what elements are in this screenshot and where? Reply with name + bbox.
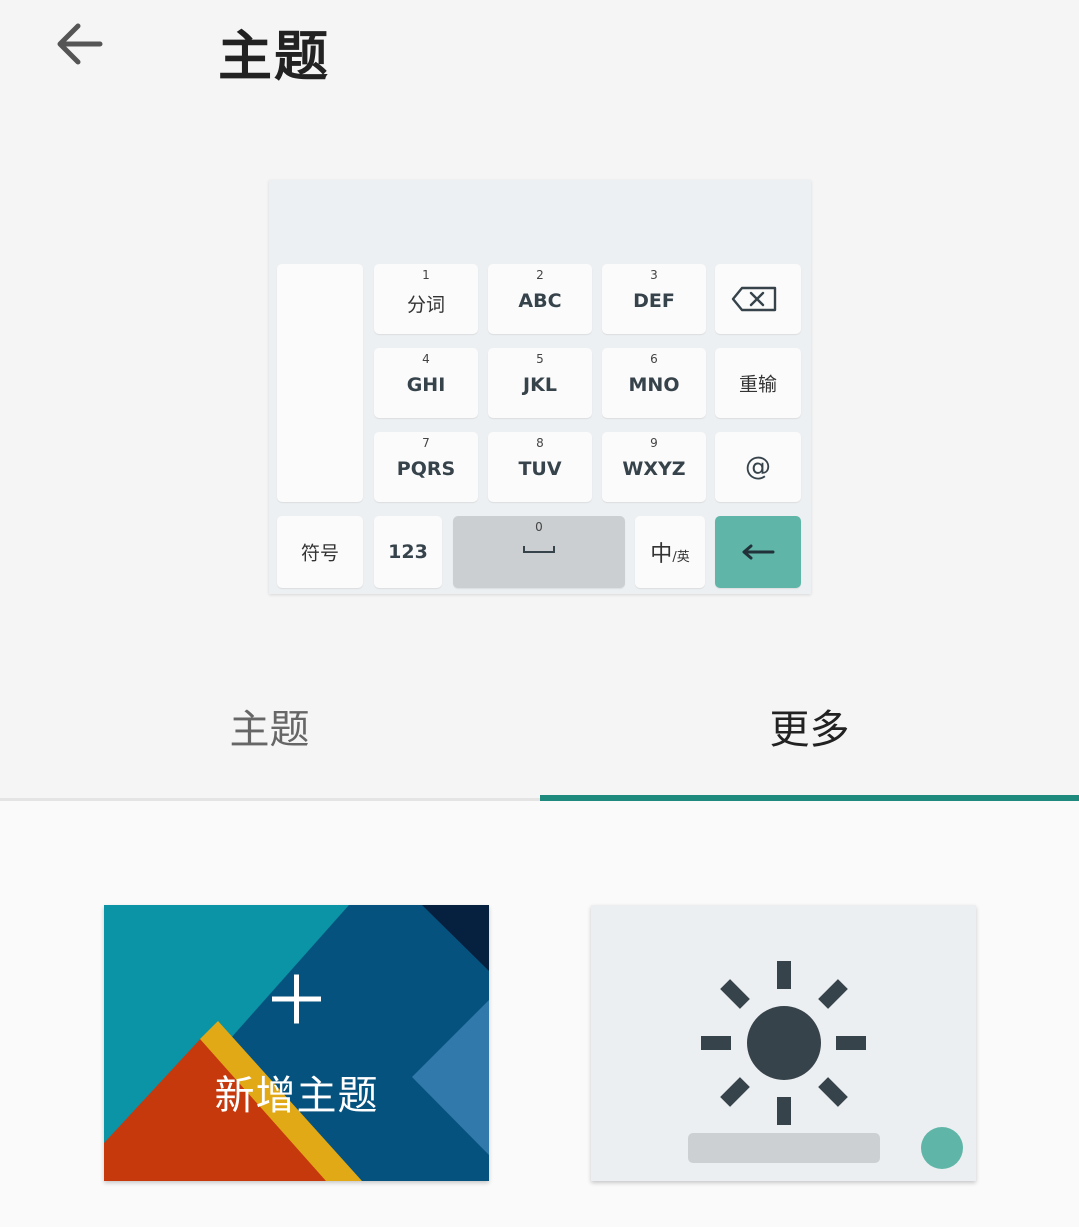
language-main-label: 中 — [650, 542, 673, 567]
back-arrow-icon — [57, 23, 103, 65]
enter-key — [715, 516, 801, 588]
symbol-label: 符号 — [300, 542, 339, 565]
key-label: MNO — [628, 374, 680, 396]
key-number: 1 — [422, 268, 430, 282]
key-4: 4 GHI — [374, 348, 478, 418]
number-mode-label: 123 — [388, 541, 428, 563]
key-number: 7 — [422, 436, 430, 450]
key-number: 2 — [536, 268, 544, 282]
keyboard-preview: 1 分词 2 ABC 3 DEF 4 GHI 5 JKL 6 MNO 重输 7 … — [269, 180, 811, 594]
add-theme-card[interactable]: 新增主题 — [104, 905, 489, 1181]
status-dot — [921, 1127, 963, 1169]
key-5: 5 JKL — [488, 348, 592, 418]
brightness-theme-card[interactable] — [591, 905, 976, 1181]
space-icon — [523, 546, 555, 553]
add-theme-background — [104, 905, 489, 1181]
key-label: DEF — [633, 290, 675, 312]
key-1: 1 分词 — [374, 264, 478, 334]
enter-icon — [742, 544, 775, 560]
language-switch-key: 中/英 — [635, 516, 705, 588]
back-button[interactable] — [50, 15, 114, 75]
key-label: 分词 — [406, 294, 445, 316]
space-key: 0 — [453, 516, 625, 588]
key-number: 8 — [536, 436, 544, 450]
key-label: ABC — [518, 290, 562, 312]
page-title: 主题 — [218, 25, 330, 88]
at-label: @ — [745, 452, 771, 482]
symbol-key: 符号 — [277, 516, 363, 588]
reinput-label: 重输 — [738, 373, 777, 396]
key-number: 3 — [650, 268, 658, 282]
top-app-bar: 主题 — [0, 0, 1079, 100]
key-9: 9 WXYZ — [602, 432, 706, 502]
key-number: 9 — [650, 436, 658, 450]
key-number: 5 — [536, 352, 544, 366]
backspace-key — [715, 264, 801, 334]
tab-bar: 主题 更多 — [0, 680, 1079, 800]
key-6: 6 MNO — [602, 348, 706, 418]
key-number: 6 — [650, 352, 658, 366]
key-2: 2 ABC — [488, 264, 592, 334]
at-key: @ — [715, 432, 801, 502]
backspace-icon — [731, 286, 777, 312]
key-number: 4 — [422, 352, 430, 366]
add-theme-label: 新增主题 — [214, 1073, 379, 1119]
candidate-column — [277, 264, 363, 502]
number-mode-key: 123 — [374, 516, 442, 588]
key-label: JKL — [523, 374, 557, 396]
reinput-key: 重输 — [715, 348, 801, 418]
key-3: 3 DEF — [602, 264, 706, 334]
preview-bar — [688, 1133, 880, 1163]
key-label: WXYZ — [622, 458, 686, 480]
language-sub-label: /英 — [672, 550, 690, 565]
tab-more[interactable]: 更多 — [540, 680, 1079, 798]
key-8: 8 TUV — [488, 432, 592, 502]
plus-icon — [272, 974, 321, 1024]
key-label: PQRS — [396, 458, 456, 480]
key-7: 7 PQRS — [374, 432, 478, 502]
language-switch-label: 中/英 — [635, 536, 705, 568]
key-label: TUV — [518, 458, 562, 480]
key-label: GHI — [406, 374, 446, 396]
tab-theme[interactable]: 主题 — [0, 680, 539, 798]
